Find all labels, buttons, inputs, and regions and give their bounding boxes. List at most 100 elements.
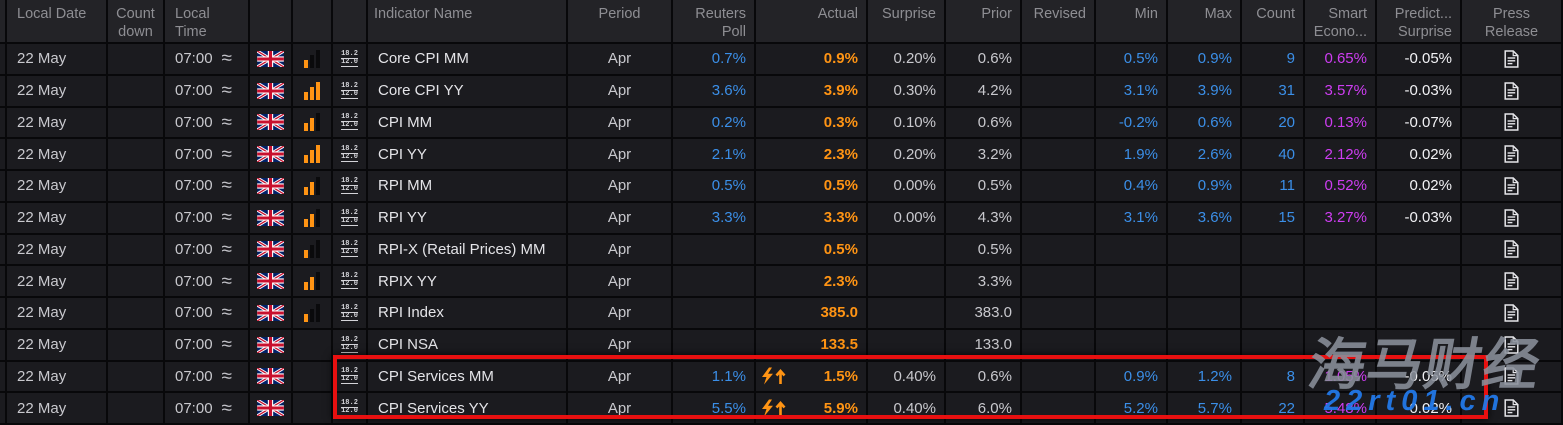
table-row[interactable]: 22 May07:00≈18.212.0CPI YYApr2.1%2.3%0.2… xyxy=(0,139,1563,171)
cell-reuters-poll: 0.7% xyxy=(673,44,756,74)
cell-related-data xyxy=(293,330,333,360)
cell-prediction-surprise xyxy=(1377,298,1462,328)
press-release-icon[interactable] xyxy=(1504,145,1519,163)
numbers-icon[interactable]: 18.212.0 xyxy=(341,241,358,257)
table-row[interactable]: 22 May07:00≈18.212.0RPI-X (Retail Prices… xyxy=(0,235,1563,267)
table-row[interactable]: 22 May07:00≈18.212.0Core CPI MMApr0.7%0.… xyxy=(0,44,1563,76)
cell-actual: 3.9% xyxy=(756,76,868,106)
cell-min: 0.5% xyxy=(1096,44,1168,74)
bar-chart-icon[interactable] xyxy=(304,304,320,322)
cell-reuters-poll xyxy=(673,266,756,296)
actual-value: 0.9% xyxy=(824,50,858,67)
table-row[interactable]: 22 May07:00≈18.212.0CPI Services MMApr1.… xyxy=(0,362,1563,394)
cell-period: Apr xyxy=(568,44,673,74)
cell-local-date: 22 May xyxy=(7,362,108,392)
press-release-icon[interactable] xyxy=(1504,240,1519,258)
col-header-local-time[interactable]: LocalTime xyxy=(165,0,250,42)
numbers-icon[interactable]: 18.212.0 xyxy=(341,337,358,353)
numbers-icon[interactable]: 18.212.0 xyxy=(341,400,358,416)
col-header-actual[interactable]: Actual xyxy=(756,0,868,42)
numbers-icon[interactable]: 18.212.0 xyxy=(341,83,358,99)
col-header-local-date[interactable]: Local Date xyxy=(7,0,108,42)
economic-calendar-table: Local Date Countdown LocalTime Indicator… xyxy=(0,0,1563,425)
press-release-icon[interactable] xyxy=(1504,399,1519,417)
cell-countdown xyxy=(108,44,165,74)
col-header-countdown[interactable]: Countdown xyxy=(108,0,165,42)
bar-chart-icon[interactable] xyxy=(304,177,320,195)
bar-chart-icon[interactable] xyxy=(304,272,320,290)
approx-icon: ≈ xyxy=(222,240,232,259)
col-header-prediction-surprise[interactable]: Predict...Surprise xyxy=(1377,0,1462,42)
cell-max xyxy=(1168,266,1242,296)
press-release-icon[interactable] xyxy=(1504,50,1519,68)
press-release-icon[interactable] xyxy=(1504,209,1519,227)
cell-prior: 0.6% xyxy=(946,44,1022,74)
table-row[interactable]: 22 May07:00≈18.212.0RPIX YYApr2.3%3.3% xyxy=(0,266,1563,298)
numbers-icon[interactable]: 18.212.0 xyxy=(341,51,358,67)
table-row[interactable]: 22 May07:00≈18.212.0RPI YYApr3.3%3.3%0.0… xyxy=(0,203,1563,235)
cell-revised xyxy=(1022,266,1096,296)
col-header-period[interactable]: Period xyxy=(568,0,673,42)
press-release-icon[interactable] xyxy=(1504,367,1519,385)
press-release-icon[interactable] xyxy=(1504,336,1519,354)
cell-countdown xyxy=(108,362,165,392)
table-row[interactable]: 22 May07:00≈18.212.0RPI IndexApr385.0383… xyxy=(0,298,1563,330)
bar-chart-icon[interactable] xyxy=(304,50,320,68)
table-row[interactable]: 22 May07:00≈18.212.0CPI NSAApr133.5133.0 xyxy=(0,330,1563,362)
table-row[interactable]: 22 May07:00≈18.212.0CPI Services YYApr5.… xyxy=(0,393,1563,425)
actual-value: 2.3% xyxy=(824,273,858,290)
press-release-icon[interactable] xyxy=(1504,113,1519,131)
press-release-icon[interactable] xyxy=(1504,177,1519,195)
table-row[interactable]: 22 May07:00≈18.212.0RPI MMApr0.5%0.5%0.0… xyxy=(0,171,1563,203)
uk-flag-icon xyxy=(257,178,284,194)
cell-prediction-surprise xyxy=(1377,330,1462,360)
col-header-smart-economics[interactable]: SmartEcono... xyxy=(1305,0,1377,42)
cell-related-data xyxy=(293,171,333,201)
col-header-label: Smart xyxy=(1328,5,1367,23)
press-release-icon[interactable] xyxy=(1504,82,1519,100)
cell-count xyxy=(1242,330,1305,360)
cell-local-date: 22 May xyxy=(7,203,108,233)
bar-chart-icon[interactable] xyxy=(304,145,320,163)
cell-prediction-surprise xyxy=(1377,266,1462,296)
cell-local-date: 22 May xyxy=(7,298,108,328)
cell-indicator-name: CPI YY xyxy=(368,139,568,169)
col-header-min[interactable]: Min xyxy=(1096,0,1168,42)
cell-indicator-name: Core CPI MM xyxy=(368,44,568,74)
col-header-indicator-name[interactable]: Indicator Name xyxy=(368,0,568,42)
uk-flag-icon xyxy=(257,368,284,384)
cell-max: 3.9% xyxy=(1168,76,1242,106)
cell-count: 9 xyxy=(1242,44,1305,74)
table-row[interactable]: 22 May07:00≈18.212.0CPI MMApr0.2%0.3%0.1… xyxy=(0,108,1563,140)
bar-chart-icon[interactable] xyxy=(304,240,320,258)
cell-max xyxy=(1168,235,1242,265)
bar-chart-icon[interactable] xyxy=(304,82,320,100)
col-header-revised[interactable]: Revised xyxy=(1022,0,1096,42)
table-body: 22 May07:00≈18.212.0Core CPI MMApr0.7%0.… xyxy=(0,44,1563,425)
table-row[interactable]: 22 May07:00≈18.212.0Core CPI YYApr3.6%3.… xyxy=(0,76,1563,108)
cell-surprise xyxy=(868,330,946,360)
bar-chart-icon[interactable] xyxy=(304,209,320,227)
time-text: 07:00 xyxy=(175,400,213,417)
cell-countdown xyxy=(108,203,165,233)
col-header-surprise[interactable]: Surprise xyxy=(868,0,946,42)
bar-chart-icon[interactable] xyxy=(304,113,320,131)
col-header-flag xyxy=(250,0,293,42)
numbers-icon[interactable]: 18.212.0 xyxy=(341,273,358,289)
numbers-icon[interactable]: 18.212.0 xyxy=(341,368,358,384)
cell-local-time: 07:00≈ xyxy=(165,235,250,265)
numbers-icon[interactable]: 18.212.0 xyxy=(341,305,358,321)
numbers-icon[interactable]: 18.212.0 xyxy=(341,210,358,226)
col-header-count[interactable]: Count xyxy=(1242,0,1305,42)
uk-flag-icon xyxy=(257,146,284,162)
numbers-icon[interactable]: 18.212.0 xyxy=(341,178,358,194)
cell-period: Apr xyxy=(568,203,673,233)
col-header-max[interactable]: Max xyxy=(1168,0,1242,42)
numbers-icon[interactable]: 18.212.0 xyxy=(341,114,358,130)
press-release-icon[interactable] xyxy=(1504,304,1519,322)
col-header-prior[interactable]: Prior xyxy=(946,0,1022,42)
col-header-press-release[interactable]: PressRelease xyxy=(1462,0,1563,42)
press-release-icon[interactable] xyxy=(1504,272,1519,290)
numbers-icon[interactable]: 18.212.0 xyxy=(341,146,358,162)
col-header-reuters-poll[interactable]: ReutersPoll xyxy=(673,0,756,42)
